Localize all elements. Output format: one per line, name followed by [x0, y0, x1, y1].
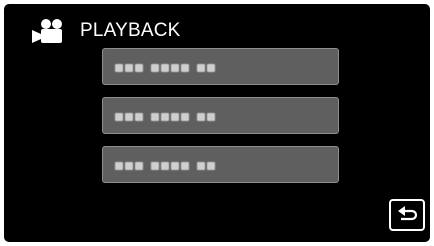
- playback-option-1[interactable]: [102, 48, 339, 85]
- option-label-pixelated: [115, 162, 217, 170]
- option-label-pixelated: [115, 64, 217, 72]
- header: PLAYBACK: [30, 17, 181, 45]
- video-camera-icon: [32, 19, 62, 43]
- playback-option-3[interactable]: [102, 146, 339, 183]
- back-button[interactable]: [389, 199, 425, 231]
- camera-screen: PLAYBACK: [4, 4, 430, 242]
- playback-option-2[interactable]: [102, 97, 339, 134]
- page-title: PLAYBACK: [80, 20, 181, 41]
- return-arrow-icon: [398, 206, 418, 221]
- option-label-pixelated: [115, 113, 217, 121]
